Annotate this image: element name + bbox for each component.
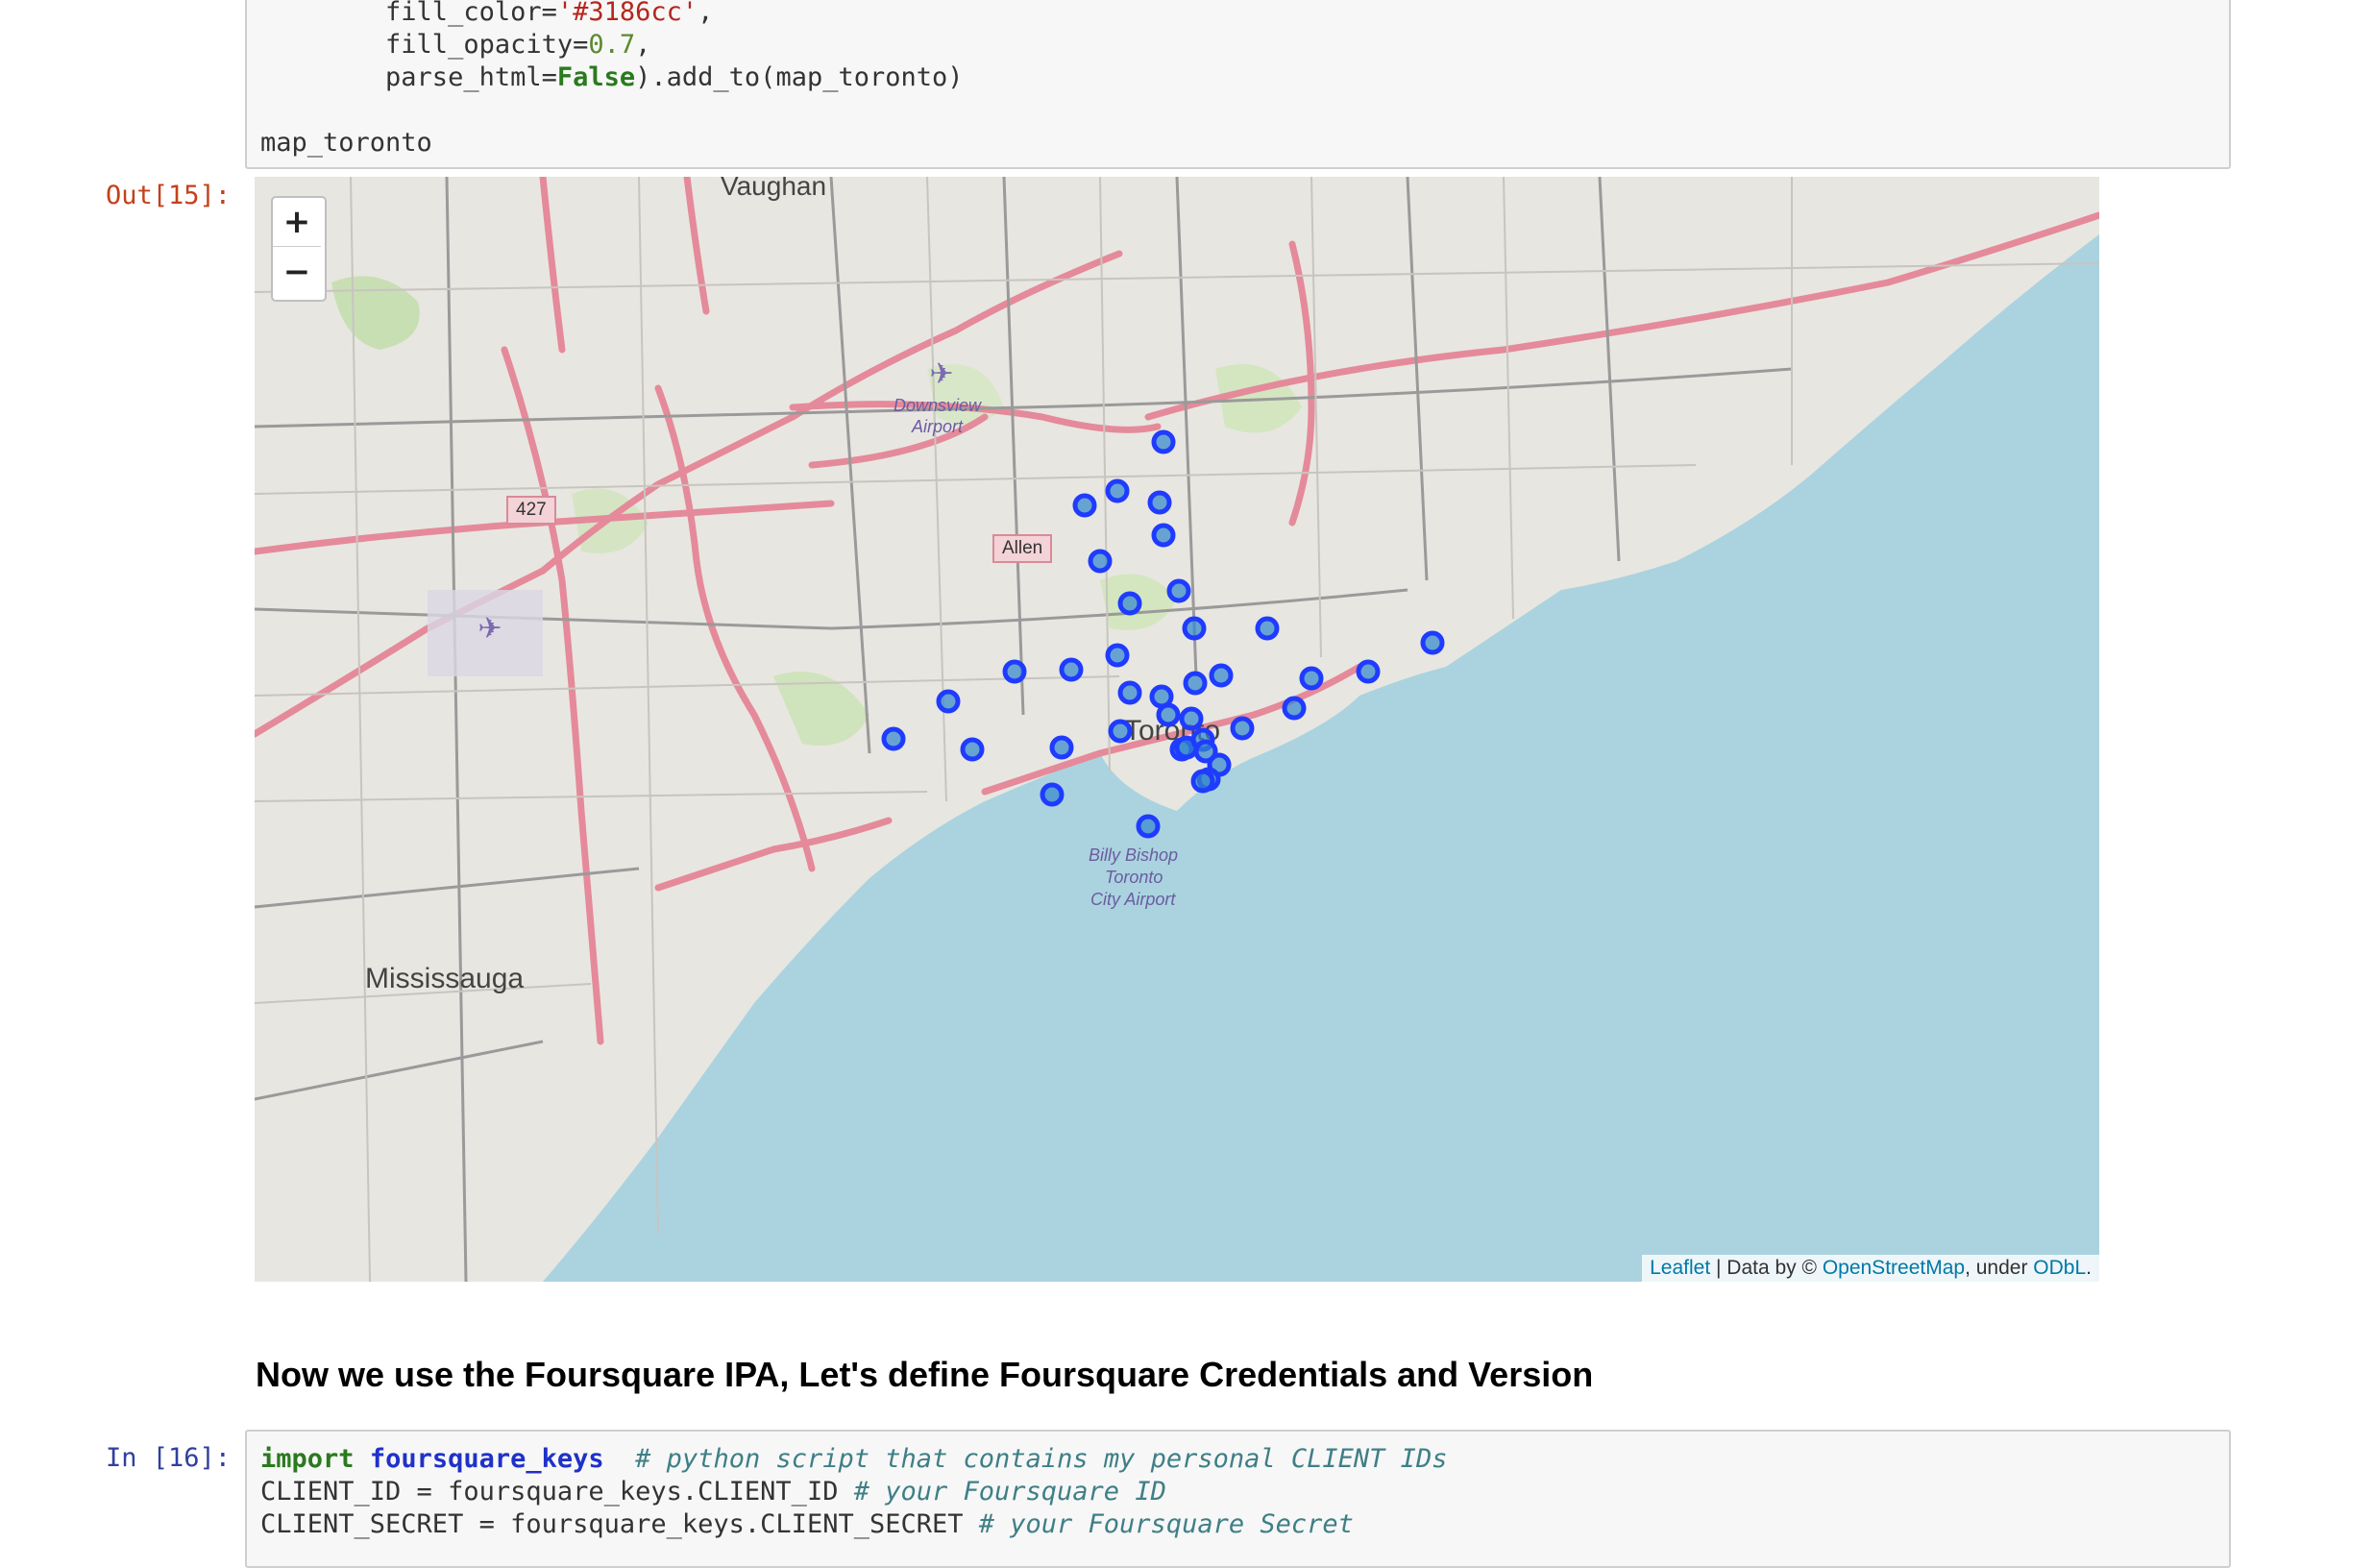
neighbourhood-marker[interactable] [1136,814,1161,839]
neighbourhood-marker[interactable] [1147,490,1172,515]
openstreetmap-link[interactable]: OpenStreetMap [1823,1257,1965,1279]
neighbourhood-marker[interactable] [1002,659,1027,684]
neighbourhood-marker[interactable] [1117,591,1142,616]
neighbourhood-marker[interactable] [1299,666,1324,691]
neighbourhood-marker[interactable] [1105,643,1130,668]
neighbourhood-marker[interactable] [1040,782,1065,807]
neighbourhood-marker[interactable] [881,726,906,751]
neighbourhood-marker[interactable] [1117,680,1142,705]
neighbourhood-marker[interactable] [1059,657,1084,682]
out-prompt: Out[15]: [106,181,232,210]
neighbourhood-marker[interactable] [1255,616,1280,641]
neighbourhood-marker[interactable] [1108,719,1133,744]
attribution-end: . [2086,1257,2092,1279]
neighbourhood-marker[interactable] [1183,671,1208,696]
code-line-fill-opacity: fill_opacity=0.7, [260,30,651,60]
neighbourhood-marker[interactable] [1072,493,1097,518]
in-prompt: In [16]: [106,1443,232,1473]
code-line-fill-color: fill_color='#3186cc', [260,0,714,27]
neighbourhood-marker[interactable] [1190,769,1215,794]
zoom-out-button[interactable]: − [273,248,321,296]
code-cell-16[interactable]: import foursquare_keys # python script t… [245,1430,2231,1568]
neighbourhood-marker[interactable] [1209,663,1234,688]
attribution-text: | Data by © [1710,1257,1823,1279]
leaflet-map[interactable]: ✈ ✈ Vaughan Mississauga Toronto Downsvie… [255,177,2099,1282]
neighbourhood-marker[interactable] [1182,616,1207,641]
neighbourhood-marker[interactable] [1356,659,1381,684]
neighbourhood-marker[interactable] [1156,702,1181,727]
code-line-parse-html: parse_html=False).add_to(map_toronto) [260,62,964,92]
map-attribution: Leaflet | Data by © OpenStreetMap, under… [1642,1255,2099,1282]
neighbourhood-marker[interactable] [1049,735,1074,760]
code-line-client-id: CLIENT_ID = foursquare_keys.CLIENT_ID # … [260,1477,1166,1507]
zoom-in-button[interactable]: + [273,198,321,247]
neighbourhood-marker[interactable] [1105,478,1130,503]
code-line-import: import foursquare_keys # python script t… [260,1444,1448,1474]
neighbourhood-marker[interactable] [1088,549,1113,574]
neighbourhood-marker[interactable] [1282,696,1307,721]
leaflet-link[interactable]: Leaflet [1650,1257,1710,1279]
neighbourhood-marker[interactable] [1230,716,1255,741]
neighbourhood-marker[interactable] [1179,706,1204,731]
marker-layer [881,429,1445,839]
neighbourhood-marker[interactable] [1166,578,1191,603]
code-line-client-secret: CLIENT_SECRET = foursquare_keys.CLIENT_S… [260,1509,1354,1539]
neighbourhood-marker[interactable] [1420,630,1445,655]
attribution-under: , under [1965,1257,2034,1279]
odbl-link[interactable]: ODbL [2033,1257,2086,1279]
markdown-heading: Now we use the Foursquare IPA, Let's def… [256,1355,1594,1394]
code-cell-15[interactable]: fill_color='#3186cc', fill_opacity=0.7, … [245,0,2231,169]
neighbourhood-marker[interactable] [1151,429,1176,454]
neighbourhood-marker[interactable] [936,689,961,714]
neighbourhood-marker[interactable] [1151,523,1176,548]
code-line-map-toronto: map_toronto [260,128,432,158]
neighbourhood-marker[interactable] [960,737,985,762]
